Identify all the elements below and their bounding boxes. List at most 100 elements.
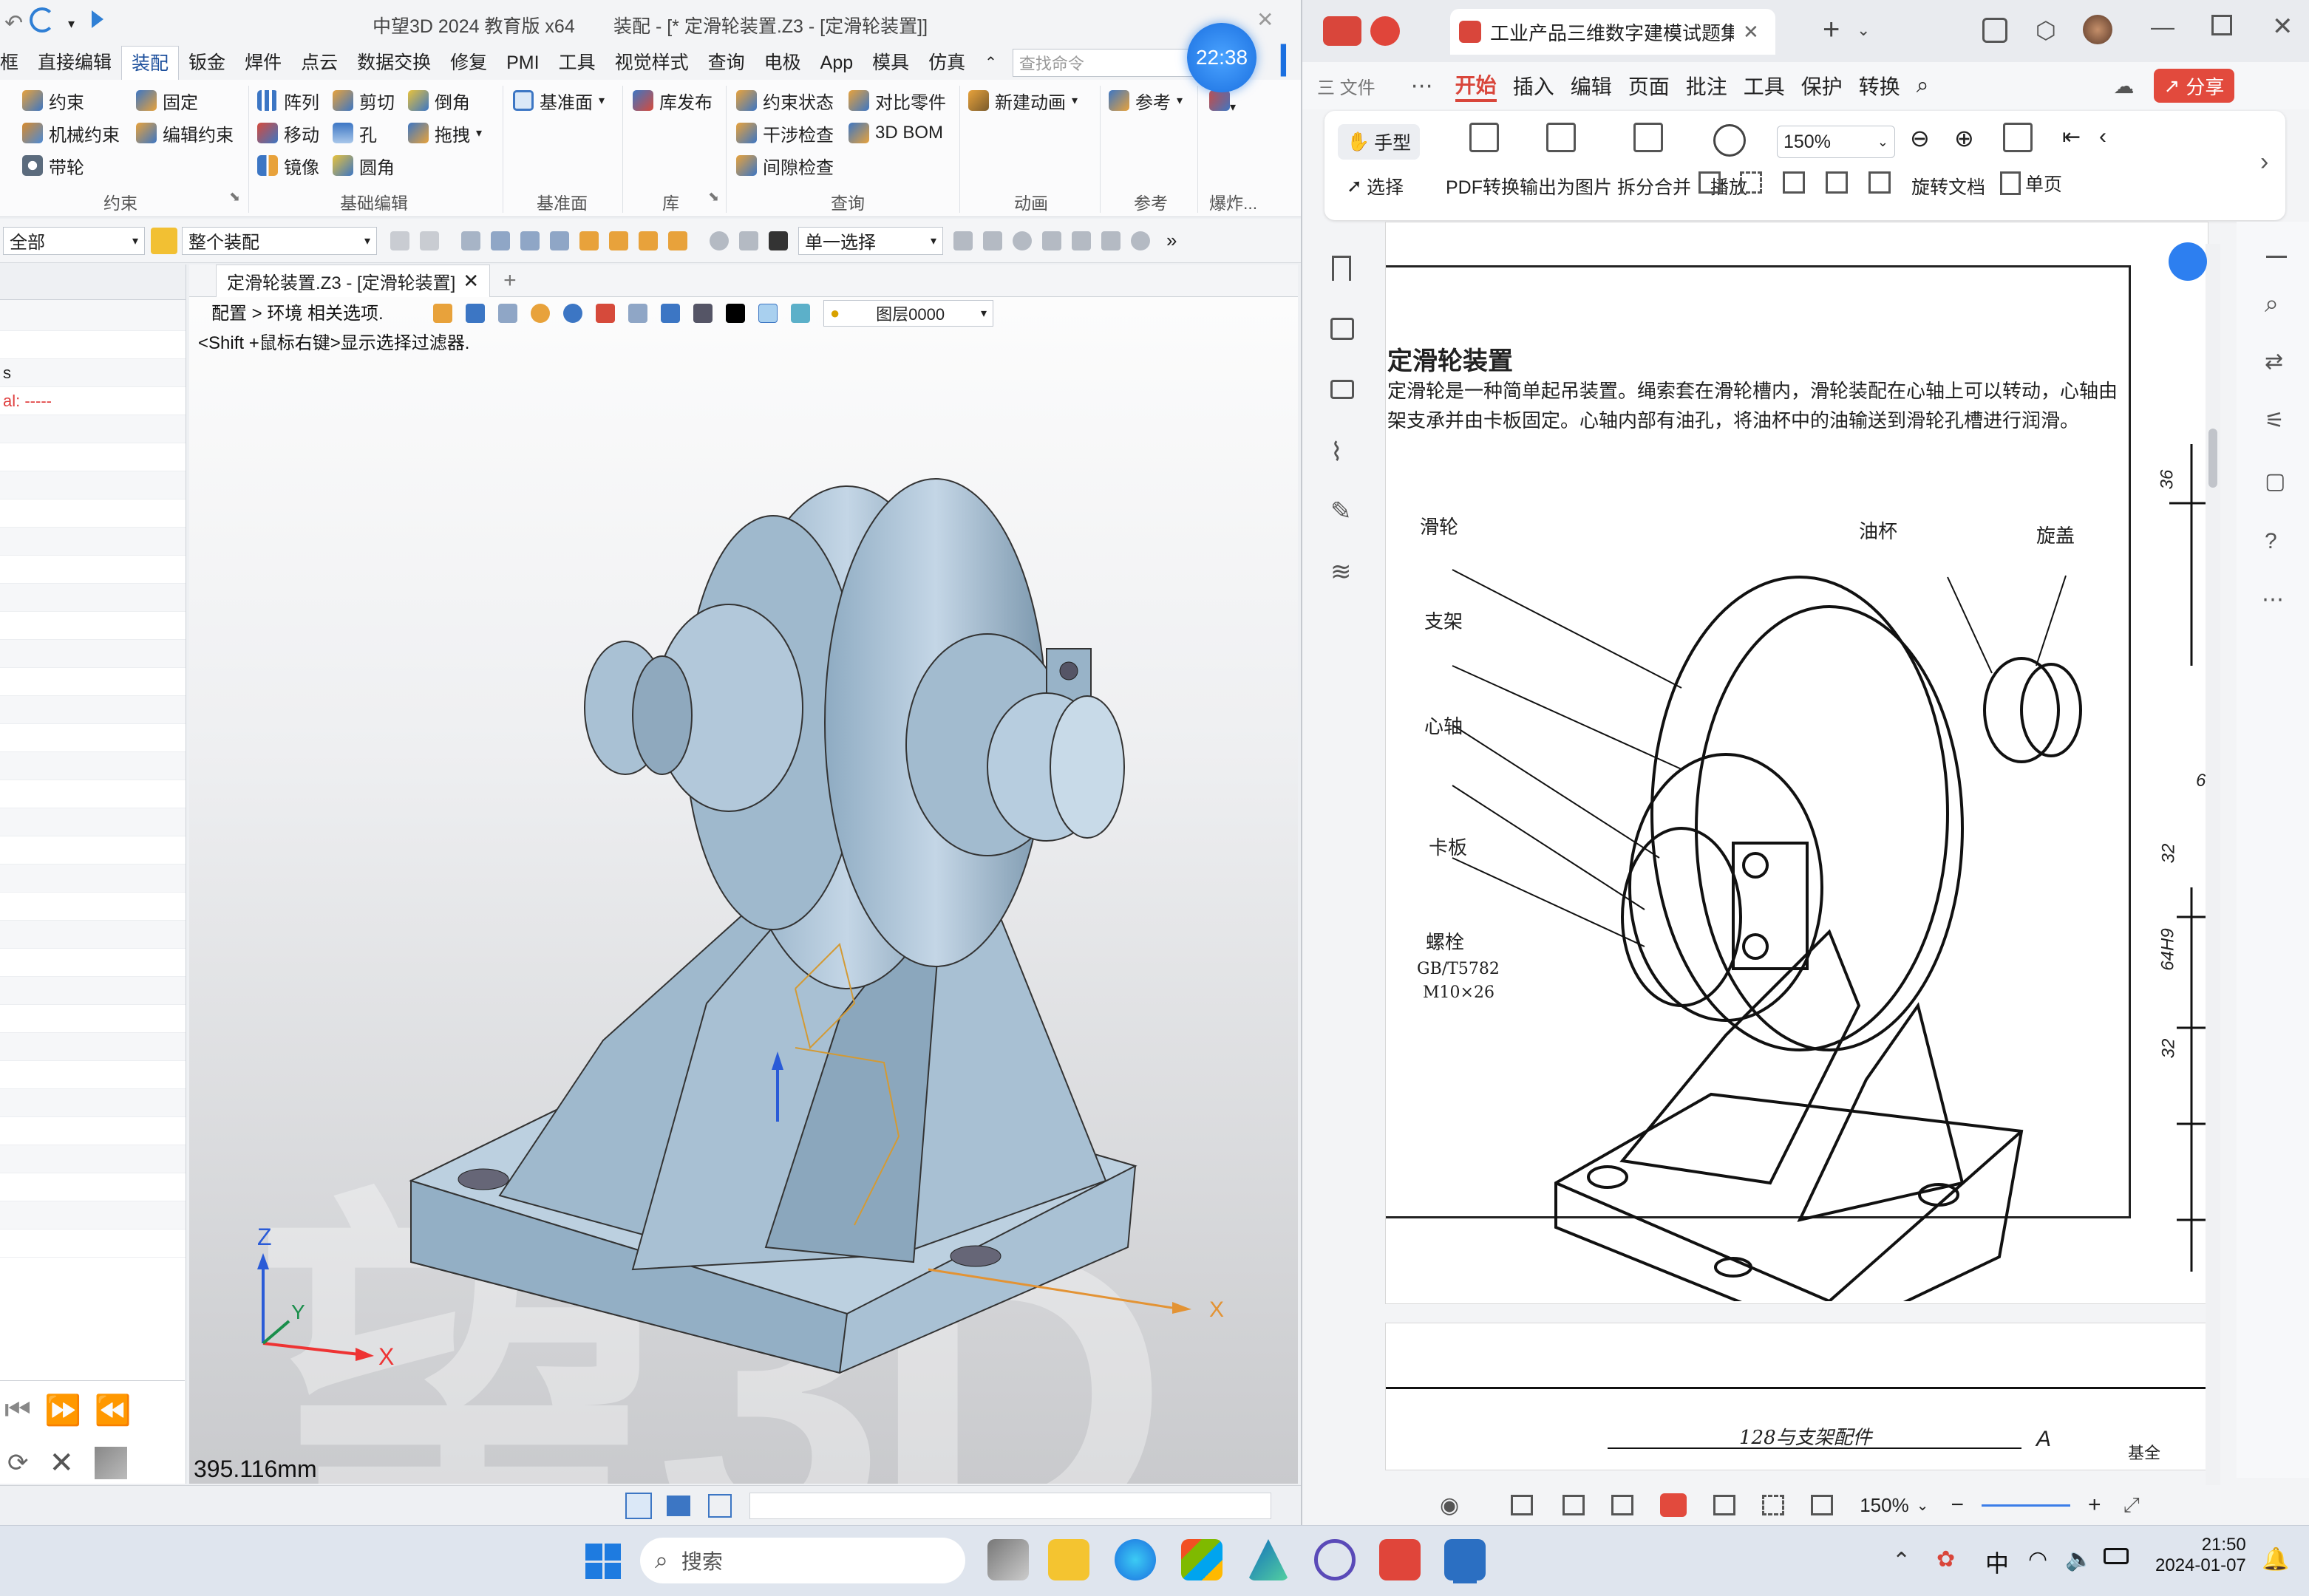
tray-expand-icon[interactable]: ⌃ (1892, 1548, 1911, 1574)
collapse-icon[interactable] (2266, 256, 2287, 258)
rotate-left-icon[interactable] (1826, 171, 1848, 194)
taskbar-search[interactable]: ⌕ 搜索 (640, 1538, 965, 1583)
zoom-in-icon[interactable]: ⊕ (1954, 124, 1974, 152)
battery-icon[interactable] (2104, 1548, 2129, 1564)
more-icon[interactable]: ⋯ (1411, 73, 1433, 99)
toolbar-icon-19[interactable] (1101, 231, 1121, 250)
ribbon-edit-constraint[interactable]: 编辑约束 (136, 117, 234, 149)
avatar[interactable] (2083, 15, 2112, 44)
toolbar-icon-14[interactable] (953, 231, 973, 250)
zoom-slider[interactable] (1981, 1504, 2070, 1507)
dialog-launcher-icon[interactable]: ⬊ (708, 189, 719, 205)
menu-page[interactable]: 页面 (1628, 71, 1670, 100)
ribbon-cut[interactable]: 剪切 (333, 84, 395, 117)
toolbar-icon-12[interactable] (739, 231, 758, 250)
export-image-button[interactable]: 输出为图片 (1520, 173, 1612, 200)
app-logo-icon[interactable] (1323, 16, 1361, 46)
menu-protect[interactable]: 保护 (1801, 71, 1843, 100)
screen-icon[interactable] (667, 1495, 690, 1516)
layout-icon-4[interactable] (1713, 1495, 1736, 1515)
cube-icon[interactable]: ⬡ (2036, 16, 2056, 44)
tray-app-icon[interactable]: ✿ (1936, 1546, 1955, 1572)
toolbar-icon-3[interactable] (461, 231, 480, 250)
menu-mold[interactable]: 模具 (863, 46, 919, 80)
bookmark-icon[interactable] (1332, 256, 1351, 281)
ribbon-constraint-status[interactable]: 约束状态 (736, 84, 834, 117)
undo-icon[interactable]: ↶ (4, 10, 23, 36)
zoom-out-icon[interactable]: ⊖ (1910, 124, 1930, 152)
menu-tools[interactable]: 工具 (1744, 71, 1785, 100)
ribbon-datum-plane[interactable]: 基准面 ▾ (513, 84, 605, 117)
toolbar-icon-20[interactable] (1131, 231, 1150, 250)
crop-icon[interactable] (1811, 1495, 1834, 1515)
ribbon-reference[interactable]: 参考 ▾ (1109, 84, 1183, 117)
menu-weldment[interactable]: 焊件 (235, 46, 291, 80)
close-tab-icon[interactable]: ✕ (1743, 21, 1759, 44)
rotate-right-icon[interactable] (1868, 171, 1891, 194)
cloud-icon[interactable]: ☁ (2114, 74, 2135, 98)
recorder-timer[interactable]: 22:38 (1187, 23, 1256, 92)
minimize-icon[interactable]: — (2151, 13, 2174, 41)
image-icon[interactable] (95, 1447, 128, 1479)
logo-icon[interactable] (1370, 16, 1400, 46)
select-mode-combo[interactable]: 单一选择 ▾ (798, 226, 943, 255)
doc-tab[interactable]: 工业产品三维数字建模试题集 ✕ (1450, 9, 1775, 55)
menu-electrode[interactable]: 电极 (755, 46, 811, 80)
vertical-scrollbar[interactable] (2206, 244, 2220, 1485)
step-back-icon[interactable]: ⏮ (4, 1394, 31, 1427)
menu-visual-style[interactable]: 视觉样式 (605, 46, 698, 80)
fit-icon-1[interactable] (1698, 171, 1721, 194)
toolbar-icon-13[interactable] (769, 231, 788, 250)
menu-sheetmetal[interactable]: 钣金 (179, 46, 235, 80)
menu-insert[interactable]: 插入 (1513, 71, 1554, 100)
ribbon-belt[interactable]: 带轮 (22, 149, 120, 182)
more-icon[interactable]: » (1166, 229, 1177, 252)
prev-page-icon[interactable]: ‹ (2099, 124, 2106, 149)
ribbon-clearance[interactable]: 间隙检查 (736, 149, 834, 182)
notification-icon[interactable]: 🔔 (2262, 1546, 2289, 1572)
filter-combo[interactable]: 全部 ▾ (3, 226, 145, 255)
play-icon[interactable] (92, 10, 103, 28)
play-icon[interactable] (1660, 1493, 1687, 1517)
toolbar-icon-6[interactable] (550, 231, 569, 250)
comment-icon[interactable] (1330, 380, 1354, 399)
toolbar-icon-7[interactable] (579, 231, 599, 250)
split-merge-button[interactable]: 拆分合并 (1617, 173, 1691, 200)
toolbar-icon-8[interactable] (609, 231, 628, 250)
menu-simulation[interactable]: 仿真 (919, 46, 975, 80)
refresh-icon[interactable]: ⟳ (7, 1448, 29, 1478)
toolbar-icon-15[interactable] (983, 231, 1002, 250)
toolbar-icon-1[interactable] (390, 231, 409, 250)
chevron-down-icon[interactable]: ⌄ (1857, 21, 1870, 40)
3d-viewport[interactable]: 定滑轮装置.Z3 - [定滑轮装置] ✕ + <Shift +鼠标右键>显示选择… (189, 265, 1298, 1484)
dialog-launcher-icon[interactable]: ⬊ (229, 189, 240, 205)
ribbon-chamfer[interactable]: 倒角 (408, 84, 482, 117)
thumbnail-icon[interactable] (1330, 318, 1354, 340)
file-menu[interactable]: 三 文件 (1317, 73, 1375, 99)
rotate-doc-button[interactable]: 旋转文档 (1911, 173, 1985, 200)
toolbar-icon-9[interactable] (639, 231, 658, 250)
menu-convert[interactable]: 转换 (1859, 71, 1900, 100)
search-icon[interactable]: ⌕ (1917, 73, 1929, 98)
delete-icon[interactable]: ✕ (50, 1446, 75, 1480)
menu-pointcloud[interactable]: 点云 (291, 46, 347, 80)
layout-icon-3[interactable] (1611, 1495, 1634, 1515)
menu-pmi[interactable]: PMI (497, 46, 548, 80)
menu-start[interactable]: 开始 (1455, 69, 1497, 102)
toolbar-icon-18[interactable] (1072, 231, 1091, 250)
search-icon[interactable]: ⌕ (2265, 290, 2279, 318)
ribbon-drag[interactable]: 拖拽 ▾ (408, 117, 482, 149)
ribbon-hole[interactable]: 孔 (333, 117, 395, 149)
menu-direct-edit[interactable]: 直接编辑 (28, 46, 121, 80)
ime-indicator[interactable]: 中 (1985, 1545, 2009, 1579)
ribbon-fix[interactable]: 固定 (136, 84, 234, 117)
wifi-icon[interactable]: ◠ (2028, 1546, 2047, 1572)
file-explorer-icon[interactable] (1048, 1539, 1089, 1580)
app-triangle-icon[interactable] (1248, 1539, 1289, 1580)
ribbon-constraint[interactable]: 约束 (22, 84, 120, 117)
fit-icon-3[interactable] (1783, 171, 1805, 194)
ribbon-compare[interactable]: 对比零件 (849, 84, 946, 117)
hand-tool[interactable]: ✋ 手型 (1338, 124, 1421, 160)
help-icon[interactable]: ? (2265, 529, 2277, 554)
toolbar-icon-16[interactable] (1013, 231, 1032, 250)
